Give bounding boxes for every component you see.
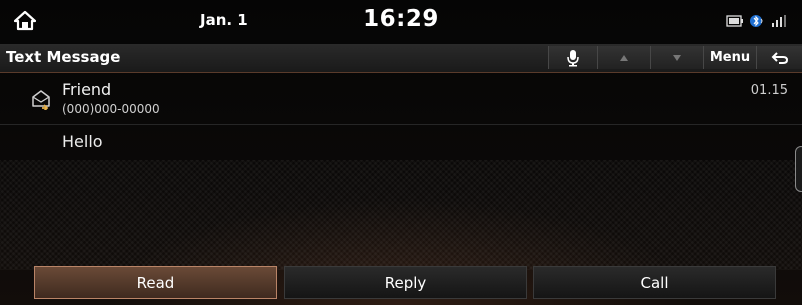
message-date: 01.15	[750, 83, 788, 98]
back-button[interactable]	[756, 46, 802, 69]
title-bar: Text Message Menu	[0, 44, 802, 73]
status-bar: Jan. 1 16:29	[0, 0, 802, 42]
read-label: Read	[136, 273, 175, 292]
bluetooth-icon	[750, 15, 763, 27]
menu-button[interactable]: Menu	[703, 46, 756, 69]
down-arrow-icon	[673, 54, 681, 61]
microphone-icon	[567, 49, 579, 66]
bottom-bar: Read Reply Call	[0, 266, 802, 302]
screen: Jan. 1 16:29 Text Message Menu Friend (0…	[0, 0, 802, 305]
back-icon	[771, 51, 789, 64]
scroll-handle[interactable]	[795, 146, 802, 192]
call-button[interactable]: Call	[533, 266, 776, 299]
call-label: Call	[640, 273, 669, 292]
status-icons	[726, 13, 788, 29]
sender-number: (000)000-00000	[62, 102, 160, 116]
up-arrow-icon	[620, 54, 628, 61]
read-button[interactable]: Read	[34, 266, 277, 299]
carbon-texture	[0, 160, 802, 270]
menu-label: Menu	[709, 50, 751, 65]
battery-icon	[726, 15, 743, 27]
reply-label: Reply	[384, 273, 427, 292]
sender-name: Friend	[62, 80, 112, 99]
page-title: Text Message	[6, 48, 121, 66]
voice-button[interactable]	[548, 46, 597, 69]
envelope-icon	[32, 90, 50, 110]
reply-button[interactable]: Reply	[284, 266, 527, 299]
up-button[interactable]	[597, 46, 650, 69]
down-button[interactable]	[650, 46, 703, 69]
signal-icon	[772, 15, 786, 27]
message-body: Hello	[62, 132, 103, 151]
message-header: Friend (000)000-00000 01.15	[0, 74, 802, 125]
status-time: 16:29	[363, 6, 439, 32]
